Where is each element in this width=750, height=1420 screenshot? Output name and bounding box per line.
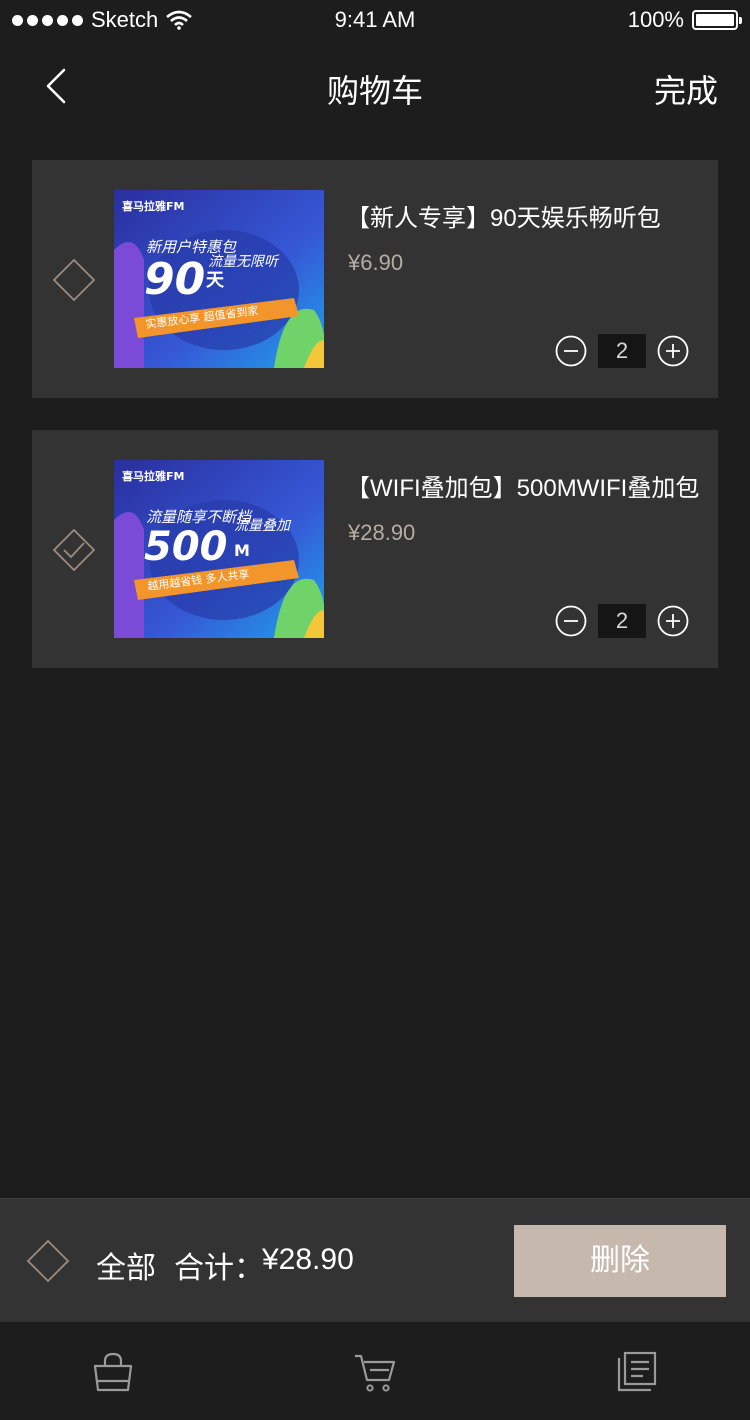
- quantity-field[interactable]: 2: [598, 334, 646, 368]
- product-title: 【新人专享】90天娱乐畅听包: [346, 205, 661, 232]
- page-title: 购物车: [326, 73, 423, 109]
- image-brand: 喜马拉雅FM: [122, 469, 184, 483]
- checkout-bar: 全部 合计： ¥28.90 删除: [0, 1198, 750, 1322]
- product-title: 【WIFI叠加包】500MWIFI叠加包: [346, 475, 700, 502]
- image-big-number: 500: [144, 524, 228, 570]
- image-big-number: 90: [144, 254, 205, 305]
- total-label: 合计：: [174, 1252, 264, 1285]
- back-chevron-icon[interactable]: [36, 60, 76, 110]
- plus-icon[interactable]: [656, 604, 690, 638]
- image-brand: 喜马拉雅FM: [122, 199, 184, 213]
- tab-bar: [0, 1322, 750, 1420]
- cart-icon[interactable]: [353, 1350, 397, 1394]
- image-tag: 流量无限听: [208, 254, 280, 270]
- image-unit: M: [234, 541, 250, 560]
- item-checked-icon[interactable]: [52, 528, 96, 572]
- minus-icon[interactable]: [554, 604, 588, 638]
- image-unit: 天: [206, 270, 225, 291]
- image-tag: 流量叠加: [234, 518, 292, 534]
- navigation-bar: 购物车 完成: [0, 42, 750, 128]
- battery-percent: 100%: [627, 7, 684, 32]
- delete-button[interactable]: 删除: [514, 1225, 726, 1297]
- status-right: 100%: [627, 7, 742, 33]
- battery-icon: [692, 10, 742, 30]
- product-price: ¥6.90: [348, 250, 404, 275]
- total-value: ¥28.90: [262, 1243, 354, 1276]
- select-all-checkbox-icon[interactable]: [26, 1239, 70, 1283]
- quantity-stepper: 2: [554, 604, 690, 638]
- orders-icon[interactable]: [615, 1350, 659, 1394]
- product-image: 喜马拉雅FM 新用户特惠包 90 天 流量无限听 实惠放心享 超值省到家: [114, 190, 324, 368]
- product-price: ¥28.90: [348, 520, 416, 545]
- product-image: 喜马拉雅FM 流量随享不断档 500 M 流量叠加 越用越省钱 多人共享: [114, 460, 324, 638]
- status-bar: Sketch 9:41 AM 100%: [0, 0, 750, 42]
- shopping-bag-icon[interactable]: [91, 1350, 135, 1394]
- minus-icon[interactable]: [554, 334, 588, 368]
- done-button[interactable]: 完成: [654, 66, 718, 112]
- plus-icon[interactable]: [656, 334, 690, 368]
- quantity-field[interactable]: 2: [598, 604, 646, 638]
- quantity-stepper: 2: [554, 334, 690, 368]
- item-checkbox-icon[interactable]: [52, 258, 96, 302]
- cart-item: 喜马拉雅FM 流量随享不断档 500 M 流量叠加 越用越省钱 多人共享 【WI…: [32, 430, 718, 668]
- cart-item: 喜马拉雅FM 新用户特惠包 90 天 流量无限听 实惠放心享 超值省到家 【新人…: [32, 160, 718, 398]
- select-all-label[interactable]: 全部: [96, 1243, 156, 1287]
